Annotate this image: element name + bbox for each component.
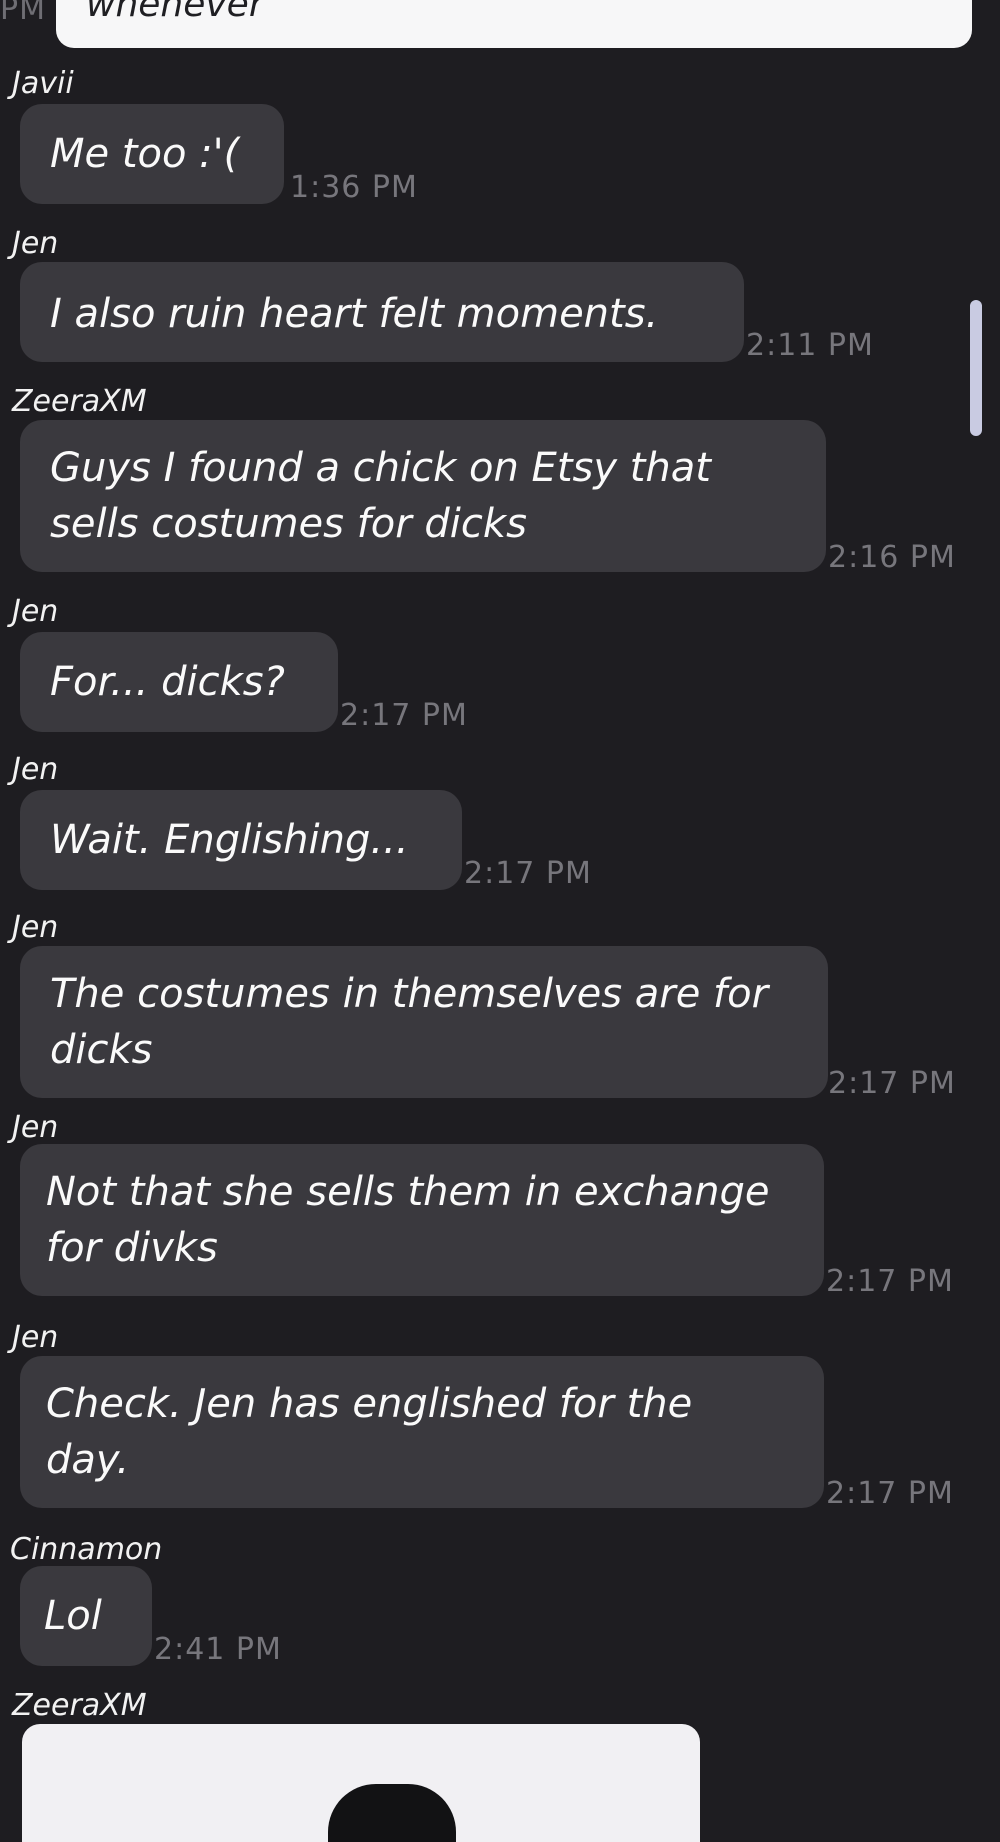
scrollbar-thumb[interactable]	[970, 300, 982, 436]
message-text: Lol	[44, 1593, 102, 1639]
message-text: Wait. Englishing...	[50, 817, 409, 863]
chat-screen: PM whenever Javii Me too :'( 1:36 PM Jen…	[0, 0, 1000, 1842]
image-message[interactable]	[22, 1724, 700, 1842]
message-bubble[interactable]: Check. Jen has englished for the day.	[20, 1356, 824, 1508]
message-timestamp: 2:17 PM	[828, 1066, 956, 1101]
message-text: Not that she sells them in exchange for …	[46, 1169, 770, 1271]
message-bubble[interactable]: Me too :'(	[20, 104, 284, 204]
message-timestamp: 2:11 PM	[746, 328, 874, 363]
message-timestamp: 2:41 PM	[154, 1632, 282, 1667]
message-text: The costumes in themselves are for dicks	[50, 971, 769, 1073]
message-bubble[interactable]: Not that she sells them in exchange for …	[20, 1144, 824, 1296]
sender-name[interactable]: Jen	[12, 1320, 58, 1355]
message-timestamp: 2:16 PM	[828, 540, 956, 575]
message-bubble[interactable]: For... dicks?	[20, 632, 338, 732]
message-timestamp: 2:17 PM	[340, 698, 468, 733]
message-text: Guys I found a chick on Etsy that sells …	[50, 445, 711, 547]
message-text: Me too :'(	[50, 131, 240, 177]
attached-photo	[328, 1784, 456, 1842]
sender-name[interactable]: Cinnamon	[10, 1532, 162, 1567]
message-timestamp: 2:17 PM	[826, 1476, 954, 1511]
sender-name[interactable]: ZeeraXM	[12, 1688, 147, 1723]
sender-name[interactable]: ZeeraXM	[12, 384, 147, 419]
previous-message-bubble[interactable]: whenever	[56, 0, 972, 48]
sender-name[interactable]: Jen	[12, 226, 58, 261]
message-timestamp: 2:17 PM	[464, 856, 592, 891]
message-bubble[interactable]: The costumes in themselves are for dicks	[20, 946, 828, 1098]
sender-name[interactable]: Jen	[12, 594, 58, 629]
sender-name[interactable]: Javii	[12, 66, 74, 101]
message-bubble[interactable]: Guys I found a chick on Etsy that sells …	[20, 420, 826, 572]
message-text: For... dicks?	[50, 659, 285, 705]
previous-message-text: whenever	[86, 0, 264, 25]
sender-name[interactable]: Jen	[12, 752, 58, 787]
message-timestamp: 1:36 PM	[290, 170, 418, 205]
message-text: I also ruin heart felt moments.	[50, 291, 659, 337]
message-timestamp: 2:17 PM	[826, 1264, 954, 1299]
message-text: Check. Jen has englished for the day.	[46, 1381, 693, 1483]
top-timestamp: PM	[0, 0, 46, 27]
message-bubble[interactable]: I also ruin heart felt moments.	[20, 262, 744, 362]
sender-name[interactable]: Jen	[12, 910, 58, 945]
message-bubble[interactable]: Wait. Englishing...	[20, 790, 462, 890]
message-bubble[interactable]: Lol	[20, 1566, 152, 1666]
sender-name[interactable]: Jen	[12, 1110, 58, 1145]
